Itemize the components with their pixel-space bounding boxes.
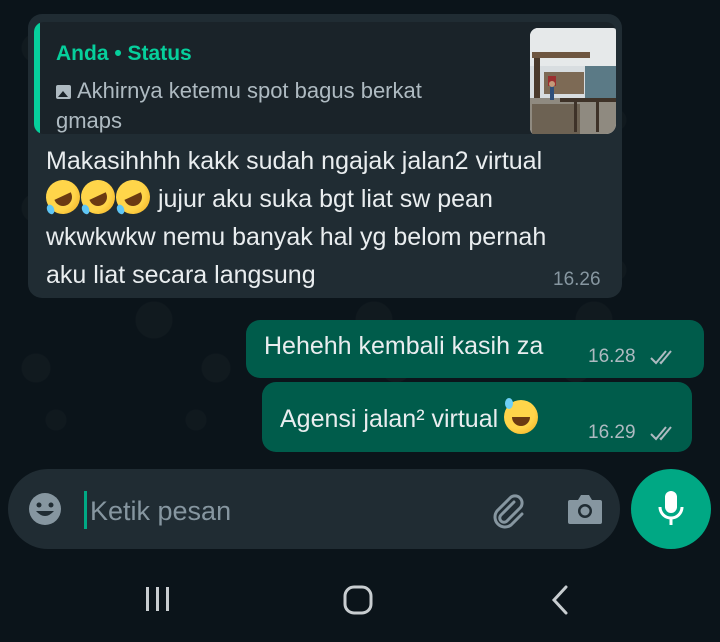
rolling-laughing-emoji-icon	[40, 174, 86, 220]
microphone-icon	[658, 491, 684, 525]
home-icon[interactable]	[342, 584, 374, 616]
message-line-1: Makasihhhh kakk sudah ngajak jalan2 virt…	[46, 147, 543, 175]
rolling-laughing-emoji-icon	[110, 174, 156, 220]
back-icon[interactable]	[548, 584, 572, 616]
voice-message-button[interactable]	[631, 469, 711, 549]
outgoing-message-text: Hehehh kembali kasih za	[264, 332, 544, 360]
message-time: 16.29	[588, 422, 636, 443]
quote-caption: Akhirnya ketemu spot bagus berkat gmaps	[56, 78, 422, 133]
message-text: Makasihhhh kakk sudah ngajak jalan2 virt…	[40, 142, 606, 294]
outgoing-message-caption: Agensi jalan² virtual	[280, 405, 499, 433]
emoji-icon[interactable]	[27, 491, 63, 527]
text-cursor	[84, 491, 87, 529]
outgoing-message-bubble[interactable]: Agensi jalan² virtual 16.29	[262, 382, 692, 452]
quote-accent-bar	[34, 22, 40, 134]
message-line-4: aku liat secara langsung	[46, 261, 316, 289]
double-check-icon	[650, 426, 672, 441]
photo-icon	[56, 85, 71, 99]
incoming-message-bubble[interactable]: Anda • Status Akhirnya ketemu spot bagus…	[28, 14, 622, 298]
recent-apps-icon[interactable]	[143, 585, 173, 613]
double-check-icon	[650, 350, 672, 365]
message-line-2: jujur aku suka bgt liat sw pean	[151, 185, 493, 213]
outgoing-message-bubble[interactable]: Hehehh kembali kasih za 16.28	[246, 320, 704, 378]
quote-author: Anda • Status	[56, 42, 192, 65]
quote-text: Akhirnya ketemu spot bagus berkat gmaps	[56, 76, 486, 134]
status-thumbnail[interactable]	[530, 28, 616, 134]
system-navigation-bar	[0, 557, 720, 642]
grinning-sweat-emoji-icon	[504, 398, 539, 434]
rolling-laughing-emoji-icon	[75, 174, 121, 220]
message-time: 16.26	[553, 269, 601, 290]
outgoing-message-text: Agensi jalan² virtual	[280, 398, 539, 434]
quoted-status-reply[interactable]: Anda • Status Akhirnya ketemu spot bagus…	[34, 22, 616, 134]
camera-icon[interactable]	[566, 492, 604, 526]
message-input[interactable]	[90, 489, 470, 533]
paperclip-icon[interactable]	[488, 490, 528, 530]
message-time: 16.28	[588, 346, 636, 367]
message-line-3: wkwkwkw nemu banyak hal yg belom pernah	[46, 223, 547, 251]
